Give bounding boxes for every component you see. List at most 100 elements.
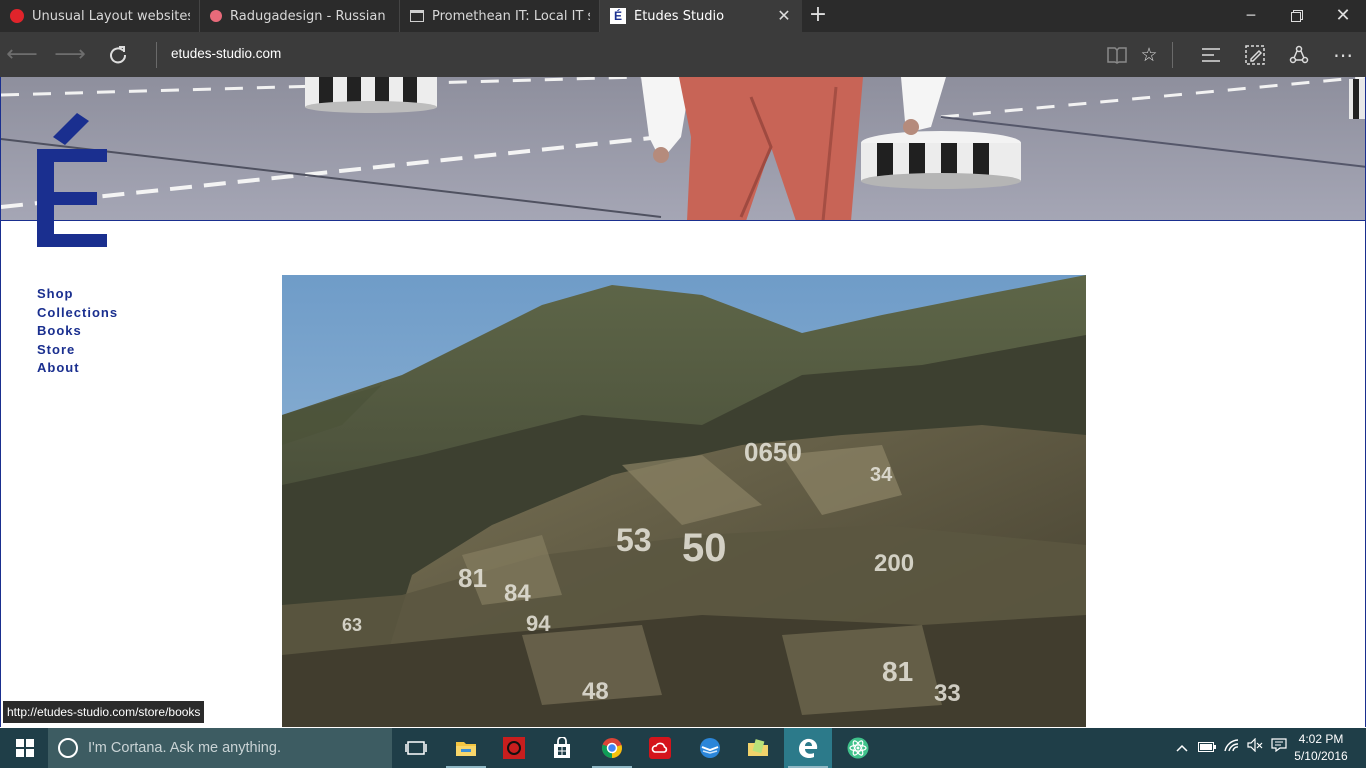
task-view-icon bbox=[405, 741, 427, 755]
close-window-button[interactable]: ✕ bbox=[1320, 0, 1366, 32]
app-red-button[interactable] bbox=[490, 728, 538, 768]
refresh-button[interactable] bbox=[101, 38, 135, 72]
book-icon bbox=[1107, 47, 1127, 64]
tab-radugadesign[interactable]: Radugadesign - Russian me bbox=[200, 0, 400, 32]
hill-number: 50 bbox=[682, 526, 727, 570]
pink-circle-icon bbox=[210, 10, 222, 22]
hill-number: 200 bbox=[874, 550, 914, 577]
edge-button[interactable] bbox=[784, 728, 832, 768]
cortana-icon bbox=[58, 738, 78, 758]
wifi-icon bbox=[1224, 739, 1239, 752]
nav-store[interactable]: Store bbox=[37, 341, 118, 360]
hill-number: 34 bbox=[870, 464, 893, 486]
clock-time: 4:02 PM bbox=[1298, 732, 1344, 746]
folder-notes-icon bbox=[748, 739, 768, 756]
hill-number: 48 bbox=[582, 678, 609, 705]
battery-icon bbox=[1198, 742, 1216, 752]
creative-cloud-button[interactable] bbox=[636, 728, 684, 768]
start-button[interactable] bbox=[0, 728, 48, 768]
close-tab-icon[interactable]: ✕ bbox=[776, 8, 792, 24]
forward-button[interactable]: ⟶ bbox=[53, 38, 87, 72]
back-button[interactable]: ⟵ bbox=[5, 38, 39, 72]
file-explorer-button[interactable] bbox=[442, 728, 490, 768]
hill-number: 81 bbox=[458, 563, 487, 593]
hill-number: 81 bbox=[882, 656, 913, 687]
creative-cloud-icon bbox=[649, 737, 671, 759]
volume-button[interactable] bbox=[1244, 728, 1266, 768]
cortana-placeholder: I'm Cortana. Ask me anything. bbox=[88, 740, 281, 756]
task-view-button[interactable] bbox=[392, 728, 440, 768]
web-page: É Shop Collections Books Store About bbox=[0, 77, 1366, 727]
store-button[interactable] bbox=[538, 728, 586, 768]
hill-number: 33 bbox=[934, 680, 961, 707]
etudes-logo-mark bbox=[37, 113, 107, 247]
wifi-button[interactable] bbox=[1220, 728, 1242, 768]
address-separator bbox=[156, 42, 157, 68]
chevron-up-icon bbox=[1176, 744, 1188, 752]
hero-banner bbox=[1, 77, 1365, 221]
restore-icon bbox=[1291, 10, 1303, 22]
favorite-button[interactable]: ☆ bbox=[1132, 38, 1166, 72]
tab-strip: Unusual Layout websites, pa Radugadesign… bbox=[0, 0, 1366, 32]
hill-number: 84 bbox=[504, 580, 531, 607]
tab-label: Radugadesign - Russian me bbox=[230, 8, 388, 24]
tab-label: Promethean IT: Local IT supp bbox=[432, 8, 590, 24]
battery-button[interactable] bbox=[1196, 728, 1218, 768]
thunderbird-button[interactable] bbox=[686, 728, 734, 768]
status-link-preview: http://etudes-studio.com/store/books bbox=[3, 701, 205, 723]
action-center-icon bbox=[1271, 738, 1287, 753]
toolbar-separator bbox=[1172, 42, 1173, 68]
tab-label: Études Studio bbox=[634, 8, 725, 24]
share-icon bbox=[1289, 45, 1309, 64]
navigation-bar: ⟵ ⟶ etudes-studio.com ☆ ⋯ bbox=[0, 32, 1366, 77]
featured-photo[interactable]: 0650 34 53 50 200 81 84 48 94 63 81 33 bbox=[282, 275, 1086, 727]
nav-about[interactable]: About bbox=[37, 359, 118, 378]
more-button[interactable]: ⋯ bbox=[1326, 38, 1360, 72]
mountain-image: 0650 34 53 50 200 81 84 48 94 63 81 33 bbox=[282, 275, 1086, 727]
refresh-icon bbox=[110, 46, 127, 64]
page-icon bbox=[410, 10, 424, 22]
system-clock[interactable]: 4:02 PM 5/10/2016 bbox=[1290, 731, 1352, 765]
volume-muted-icon bbox=[1247, 737, 1263, 753]
hub-button[interactable] bbox=[1194, 38, 1228, 72]
hill-number: 53 bbox=[616, 522, 652, 558]
web-note-button[interactable] bbox=[1238, 38, 1272, 72]
store-icon bbox=[554, 737, 570, 758]
web-note-icon bbox=[1245, 45, 1265, 65]
new-tab-button[interactable]: + bbox=[802, 0, 834, 32]
nav-books[interactable]: Books bbox=[37, 322, 118, 341]
hill-number: 94 bbox=[526, 611, 551, 636]
folder-notes-button[interactable] bbox=[734, 728, 782, 768]
red-circle-icon bbox=[10, 9, 24, 23]
share-button[interactable] bbox=[1282, 38, 1316, 72]
hero-image bbox=[1, 77, 1365, 220]
hill-number: 63 bbox=[342, 615, 362, 635]
restore-button[interactable] bbox=[1274, 0, 1320, 32]
notifications-button[interactable] bbox=[1268, 728, 1290, 768]
tab-label: Unusual Layout websites, pa bbox=[32, 8, 190, 24]
show-hidden-icons-button[interactable] bbox=[1172, 728, 1192, 768]
atom-icon bbox=[847, 737, 869, 759]
tab-etudes-studio[interactable]: É Études Studio ✕ bbox=[600, 0, 802, 32]
atom-button[interactable] bbox=[834, 728, 882, 768]
clock-date: 5/10/2016 bbox=[1294, 749, 1348, 763]
tab-promethean[interactable]: Promethean IT: Local IT supp bbox=[400, 0, 600, 32]
address-bar[interactable]: etudes-studio.com bbox=[171, 46, 281, 61]
hub-icon bbox=[1202, 48, 1220, 62]
etudes-logo[interactable]: É bbox=[37, 113, 109, 249]
etudes-favicon: É bbox=[610, 8, 626, 24]
chrome-icon bbox=[601, 738, 622, 759]
cortana-search-box[interactable]: I'm Cortana. Ask me anything. bbox=[48, 728, 392, 768]
site-nav: Shop Collections Books Store About bbox=[37, 285, 118, 378]
nav-shop[interactable]: Shop bbox=[37, 285, 118, 304]
thunderbird-icon bbox=[700, 738, 720, 758]
nav-collections[interactable]: Collections bbox=[37, 304, 118, 323]
minimize-button[interactable]: ─ bbox=[1228, 0, 1274, 32]
hill-number: 0650 bbox=[744, 437, 802, 467]
tab-unusual-layout[interactable]: Unusual Layout websites, pa bbox=[0, 0, 200, 32]
edge-icon bbox=[799, 738, 818, 759]
reading-view-button[interactable] bbox=[1100, 38, 1134, 72]
chrome-button[interactable] bbox=[588, 728, 636, 768]
file-explorer-icon bbox=[456, 742, 476, 756]
taskbar: I'm Cortana. Ask me anything. 4:02 PM 5/… bbox=[0, 728, 1366, 768]
